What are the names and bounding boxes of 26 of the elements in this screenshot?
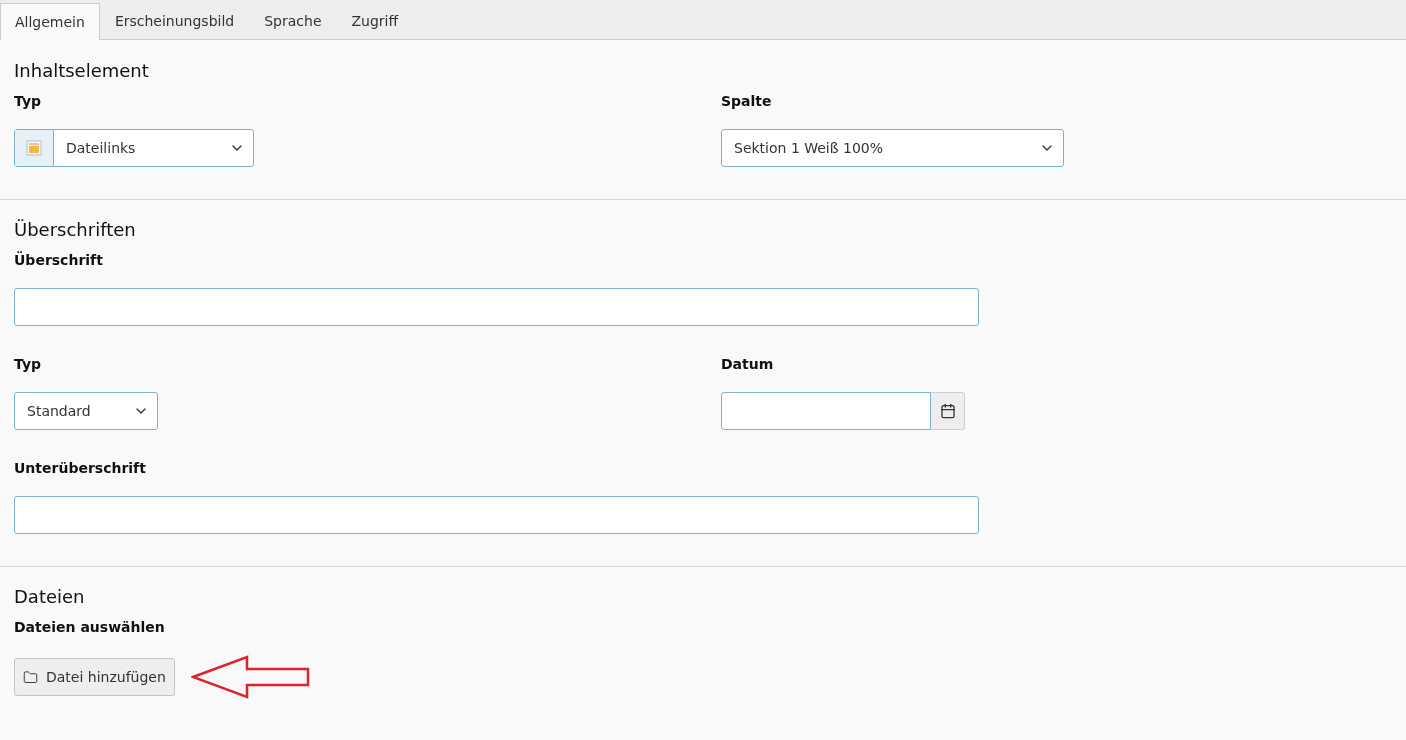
select-field[interactable]: Standard <box>14 392 158 430</box>
add-file-button[interactable]: Datei hinzufügen <box>14 658 175 696</box>
section-title: Dateien <box>14 585 86 609</box>
field-label: Typ <box>14 92 43 111</box>
field-label: Überschrift <box>14 250 104 270</box>
calendar-button[interactable] <box>931 392 965 430</box>
field-label: Datum <box>721 355 775 374</box>
folder-icon <box>23 669 38 685</box>
tab[interactable]: Allgemein <box>0 3 100 40</box>
tab[interactable]: Zugriff <box>336 3 414 39</box>
select-field[interactable]: Sektion 1 Weiß 100% <box>721 129 1064 167</box>
select-value: Dateilinks <box>65 138 137 158</box>
calendar-icon <box>939 403 956 419</box>
field-label: Typ <box>14 355 43 374</box>
field-label: Unterüberschrift <box>14 459 147 478</box>
section-title: Überschriften <box>14 218 137 242</box>
tab[interactable]: Sprache <box>249 3 337 39</box>
date-field[interactable] <box>721 392 931 430</box>
tab[interactable]: Erscheinungsbild <box>99 3 250 39</box>
input-field[interactable] <box>14 288 979 326</box>
field-label: Spalte <box>721 92 773 111</box>
input-field[interactable] <box>14 496 979 534</box>
file-list-icon <box>26 140 42 156</box>
field-label: Dateien auswählen <box>14 618 166 637</box>
type-select[interactable]: Dateilinks <box>14 129 254 167</box>
section-title: Inhaltselement <box>14 59 150 83</box>
